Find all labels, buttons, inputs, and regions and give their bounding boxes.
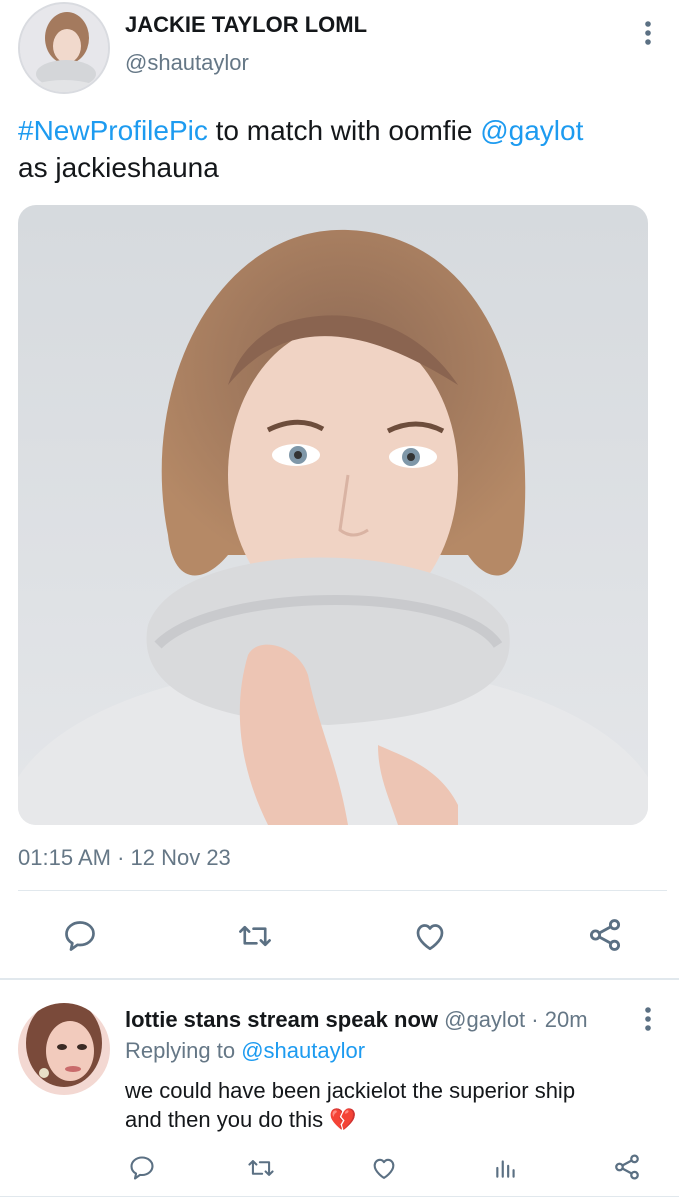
reply-reply-icon[interactable] xyxy=(128,1154,156,1182)
reply-more-icon[interactable] xyxy=(640,1006,656,1034)
tweet-timestamp[interactable]: 01:15 AM · 12 Nov 23 xyxy=(18,845,231,871)
author-handle[interactable]: @shautaylor xyxy=(125,50,249,76)
author-avatar[interactable] xyxy=(18,2,110,94)
mention-link[interactable]: @gaylot xyxy=(480,115,583,146)
reply-author-avatar[interactable] xyxy=(18,1003,110,1095)
more-icon[interactable] xyxy=(640,20,656,48)
replying-to-handle[interactable]: @shautaylor xyxy=(241,1038,365,1063)
broken-heart-emoji: 💔 xyxy=(329,1107,357,1132)
tweet-text-mid: to match with oomfie xyxy=(207,115,481,146)
analytics-icon[interactable] xyxy=(493,1154,519,1182)
reply-text-line1: we could have been jackielot the superio… xyxy=(125,1078,576,1103)
reply-text-line2: and then you do this xyxy=(125,1107,324,1132)
section-divider xyxy=(0,978,679,980)
bottom-divider xyxy=(0,1196,679,1197)
share-icon[interactable] xyxy=(586,916,624,954)
reply-time[interactable]: · 20m xyxy=(531,1007,587,1032)
replying-to-label: Replying to xyxy=(125,1038,236,1063)
hashtag-link[interactable]: #NewProfilePic xyxy=(18,115,208,146)
reply-author-handle[interactable]: @gaylot xyxy=(444,1007,525,1032)
retweet-icon[interactable] xyxy=(236,918,274,954)
tweet-photo[interactable] xyxy=(18,205,648,825)
reply-text: we could have been jackielot the superio… xyxy=(125,1076,675,1134)
reply-author-name[interactable]: lottie stans stream speak now xyxy=(125,1007,438,1032)
divider xyxy=(18,890,667,891)
tweet-text: #NewProfilePic to match with oomfie @gay… xyxy=(18,112,678,186)
tweet-text-end: as jackieshauna xyxy=(18,152,219,183)
author-name[interactable]: JACKIE TAYLOR LOML xyxy=(125,12,367,38)
reply-share-icon[interactable] xyxy=(612,1152,642,1182)
replying-to: Replying to @shautaylor xyxy=(125,1038,365,1064)
reply-like-icon[interactable] xyxy=(370,1154,398,1182)
reply-retweet-icon[interactable] xyxy=(246,1154,276,1182)
reply-icon[interactable] xyxy=(62,918,98,954)
reply-header: lottie stans stream speak now @gaylot · … xyxy=(125,1007,588,1033)
like-icon[interactable] xyxy=(412,918,448,954)
